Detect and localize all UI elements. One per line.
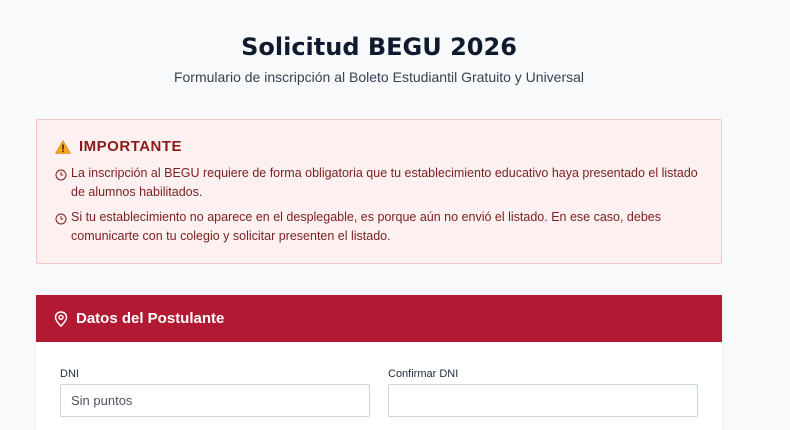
dni-label: DNI <box>60 368 79 380</box>
location-pin-icon <box>54 310 68 327</box>
alert-item-text: La inscripción al BEGU requiere de forma… <box>71 166 698 199</box>
alert-item: Si tu establecimiento no aparece en el d… <box>55 208 703 246</box>
section-title: Datos del Postulante <box>76 310 225 327</box>
dni-input[interactable] <box>60 384 370 417</box>
alert-item: La inscripción al BEGU requiere de forma… <box>55 164 703 202</box>
alert-heading: IMPORTANTE <box>54 138 703 155</box>
important-alert: IMPORTANTE La inscripción al BEGU requie… <box>36 119 722 264</box>
clock-icon <box>55 212 67 225</box>
confirm-dni-input[interactable] <box>388 384 698 417</box>
confirm-dni-label: Confirmar DNI <box>388 368 459 380</box>
alert-heading-text: IMPORTANTE <box>79 138 183 155</box>
page-subtitle: Formulario de inscripción al Boleto Estu… <box>173 69 585 85</box>
page-title: Solicitud BEGU 2026 <box>241 33 517 61</box>
warning-icon <box>54 139 72 154</box>
alert-item-text: Si tu establecimiento no aparece en el d… <box>71 210 661 243</box>
section-header: Datos del Postulante <box>36 295 722 342</box>
applicant-data-card: Datos del Postulante DNI Confirmar DNI <box>36 295 722 430</box>
registration-page: Solicitud BEGU 2026 Formulario de inscri… <box>0 0 790 430</box>
clock-icon <box>55 168 67 181</box>
